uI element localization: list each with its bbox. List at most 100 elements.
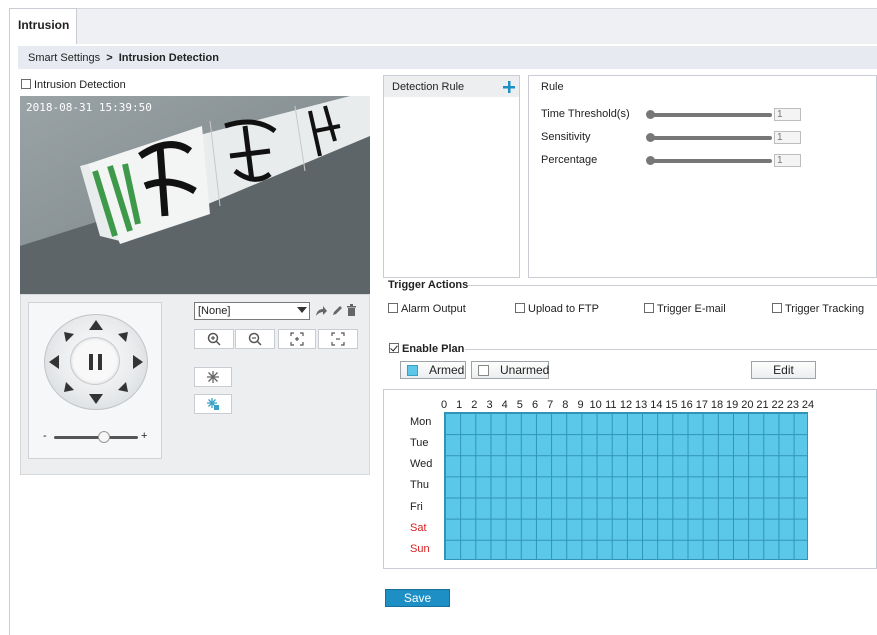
enable-plan-toggle[interactable]: Enable Plan xyxy=(389,343,464,355)
trigger-tracking-label: Trigger Tracking xyxy=(785,303,865,315)
focus-far-icon xyxy=(331,332,345,346)
day-label: Mon xyxy=(410,416,432,428)
tab-label: Intrusion xyxy=(18,18,70,32)
hour-label: 3 xyxy=(486,399,493,411)
zoom-plus-label: + xyxy=(141,430,148,442)
hour-label: 5 xyxy=(516,399,523,411)
day-label: Thu xyxy=(410,479,429,492)
tab-intrusion[interactable]: Intrusion xyxy=(9,8,77,44)
day-label: Tue xyxy=(410,437,429,450)
wiper-button[interactable] xyxy=(194,394,232,414)
trigger-actions-title: Trigger Actions xyxy=(388,279,469,291)
hour-label: 10 xyxy=(589,399,602,411)
day-label: Sat xyxy=(410,521,427,534)
plus-icon[interactable] xyxy=(503,81,515,93)
detection-rule-panel: Detection Rule xyxy=(383,75,520,278)
save-button[interactable]: Save xyxy=(385,589,450,607)
percentage-slider[interactable] xyxy=(646,156,772,165)
day-label: Sun xyxy=(410,542,430,555)
upload-ftp-option[interactable]: Upload to FTP xyxy=(515,303,599,315)
alarm-output-label: Alarm Output xyxy=(401,303,466,315)
day-label: Wed xyxy=(410,458,433,471)
schedule-grid[interactable] xyxy=(444,412,808,560)
hour-label: 13 xyxy=(635,399,648,411)
unarmed-button[interactable]: Unarmed xyxy=(471,361,549,379)
arrow-up-left-icon[interactable] xyxy=(64,332,74,342)
ptz-arrows xyxy=(49,320,143,404)
intrusion-detection-checkbox[interactable] xyxy=(21,79,31,89)
preset-select[interactable]: [None] xyxy=(194,302,310,320)
enable-plan-divider xyxy=(465,349,877,350)
zoom-slider[interactable] xyxy=(54,436,138,439)
enable-plan-checkbox[interactable] xyxy=(389,343,399,353)
hour-label: 14 xyxy=(650,399,663,411)
breadcrumb-separator: > xyxy=(106,52,113,64)
hour-label: 1 xyxy=(456,399,463,411)
zoom-in-button[interactable] xyxy=(194,329,234,349)
edit-button[interactable]: Edit xyxy=(751,361,816,379)
hour-label: 6 xyxy=(531,399,539,411)
trigger-tracking-option[interactable]: Trigger Tracking xyxy=(772,303,864,315)
zoom-out-button[interactable] xyxy=(235,329,275,349)
wiper-icon xyxy=(207,398,219,410)
trigger-email-option[interactable]: Trigger E-mail xyxy=(644,303,726,315)
zoom-slider-handle[interactable] xyxy=(98,431,110,443)
arrow-down-right-icon[interactable] xyxy=(118,382,128,392)
time-threshold-slider-handle[interactable] xyxy=(646,110,655,119)
percentage-input[interactable]: 1 xyxy=(774,154,801,167)
tab-strip xyxy=(9,8,877,44)
percentage-slider-handle[interactable] xyxy=(646,156,655,165)
hour-label: 20 xyxy=(741,399,754,411)
intrusion-detection-label: Intrusion Detection xyxy=(34,79,126,91)
time-threshold-input[interactable]: 1 xyxy=(774,108,801,121)
hour-label: 11 xyxy=(605,399,617,411)
focus-near-button[interactable] xyxy=(278,329,316,349)
preset-value: [None] xyxy=(198,305,231,317)
edit-label: Edit xyxy=(773,363,794,377)
intrusion-detection-toggle[interactable]: Intrusion Detection xyxy=(21,79,126,91)
breadcrumb: Smart Settings > Intrusion Detection xyxy=(18,46,877,69)
upload-ftp-checkbox[interactable] xyxy=(515,303,525,313)
arrow-left-icon[interactable] xyxy=(49,355,59,369)
upload-ftp-label: Upload to FTP xyxy=(528,303,599,315)
trigger-actions-divider xyxy=(468,285,877,286)
light-button[interactable] xyxy=(194,367,232,387)
alarm-output-checkbox[interactable] xyxy=(388,303,398,313)
unarmed-label: Unarmed xyxy=(500,363,550,377)
armed-button[interactable]: Armed xyxy=(400,361,466,379)
live-video[interactable]: 2018-08-31 15:39:50 xyxy=(20,96,370,294)
trigger-email-checkbox[interactable] xyxy=(644,303,654,313)
sensitivity-slider-handle[interactable] xyxy=(646,133,655,142)
video-timestamp: 2018-08-31 15:39:50 xyxy=(26,101,152,114)
rule-panel: Rule Time Threshold(s) 1 Sensitivity 1 P… xyxy=(528,75,877,278)
arrow-up-right-icon[interactable] xyxy=(118,332,128,342)
focus-far-button[interactable] xyxy=(318,329,358,349)
trigger-tracking-checkbox[interactable] xyxy=(772,303,782,313)
hour-label: 12 xyxy=(619,399,633,411)
hour-label: 16 xyxy=(680,399,693,411)
goto-preset-icon[interactable] xyxy=(315,305,328,317)
breadcrumb-parent[interactable]: Smart Settings xyxy=(28,52,100,64)
arrow-down-icon[interactable] xyxy=(89,394,103,404)
save-label: Save xyxy=(403,591,432,605)
arrow-down-left-icon[interactable] xyxy=(64,382,74,392)
delete-trash-icon[interactable] xyxy=(346,304,357,317)
video-frame-image xyxy=(20,96,370,294)
armed-swatch xyxy=(407,365,418,376)
rule-title: Rule xyxy=(541,81,564,93)
arrow-up-icon[interactable] xyxy=(89,320,103,330)
unarmed-swatch xyxy=(478,365,489,376)
edit-pencil-icon[interactable] xyxy=(331,305,343,317)
hour-label: 8 xyxy=(562,399,569,411)
hour-label: 9 xyxy=(577,399,584,411)
chevron-down-icon xyxy=(297,307,307,313)
hour-label: 2 xyxy=(471,399,478,411)
sensitivity-input[interactable]: 1 xyxy=(774,131,801,144)
arrow-right-icon[interactable] xyxy=(133,355,143,369)
alarm-output-option[interactable]: Alarm Output xyxy=(388,303,466,315)
time-threshold-slider[interactable] xyxy=(646,110,772,119)
page-border xyxy=(9,44,10,635)
hour-label: 21 xyxy=(756,399,769,411)
sensitivity-slider[interactable] xyxy=(646,133,772,142)
armed-label: Armed xyxy=(429,363,465,377)
